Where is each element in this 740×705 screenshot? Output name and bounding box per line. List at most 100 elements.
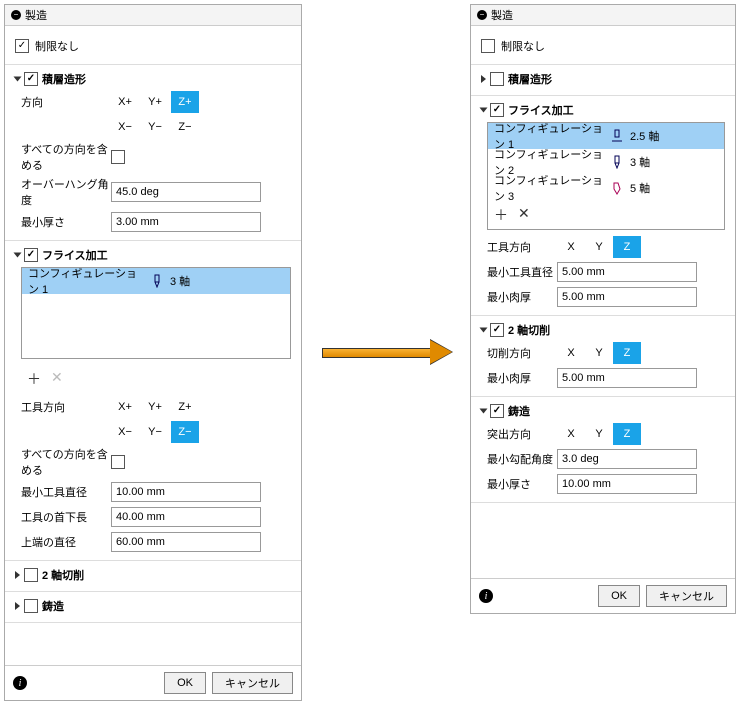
axis-zp-button[interactable]: Z+ bbox=[171, 91, 199, 113]
two-axis-title: 2 軸切削 bbox=[42, 567, 84, 583]
axis-xp-button[interactable]: X+ bbox=[111, 396, 139, 418]
axis-xm-button[interactable]: X− bbox=[111, 421, 139, 443]
min-tool-dia-input[interactable] bbox=[557, 262, 697, 282]
panel-header: 製造 bbox=[471, 5, 735, 26]
casting-title: 鋳造 bbox=[508, 403, 530, 419]
info-icon[interactable]: i bbox=[13, 676, 27, 690]
overhang-label: オーバーハング角度 bbox=[21, 176, 111, 208]
ok-button[interactable]: OK bbox=[598, 585, 640, 607]
additive-checkbox[interactable] bbox=[24, 72, 38, 86]
no-limit-checkbox[interactable] bbox=[481, 39, 495, 53]
min-tool-dia-label: 最小工具直径 bbox=[21, 484, 111, 500]
min-draft-label: 最小勾配角度 bbox=[487, 451, 557, 467]
all-dirs-checkbox[interactable] bbox=[111, 455, 125, 469]
no-limit-label: 制限なし bbox=[35, 38, 79, 54]
milling-section: フライス加工 コンフィギュレーション 1 2.5 軸 コンフィギュレーション 2… bbox=[471, 96, 735, 316]
axis-zm-button[interactable]: Z− bbox=[171, 421, 199, 443]
all-dirs-label: すべての方向を含める bbox=[21, 141, 111, 173]
collapse-icon[interactable] bbox=[11, 10, 21, 20]
mill-5axis-icon bbox=[610, 181, 624, 195]
two-axis-checkbox[interactable] bbox=[490, 323, 504, 337]
axis-x-button[interactable]: X bbox=[557, 342, 585, 364]
expand-icon[interactable] bbox=[480, 409, 488, 414]
axis-xm-button[interactable]: X− bbox=[111, 116, 139, 138]
axis-x-button[interactable]: X bbox=[557, 423, 585, 445]
axis-y-button[interactable]: Y bbox=[585, 423, 613, 445]
config-axis: 2.5 軸 bbox=[630, 128, 659, 144]
top-dia-label: 上端の直径 bbox=[21, 534, 111, 550]
expand-icon[interactable] bbox=[480, 328, 488, 333]
mill-3axis-icon bbox=[150, 274, 164, 288]
casting-title: 鋳造 bbox=[42, 598, 64, 614]
casting-checkbox[interactable] bbox=[490, 404, 504, 418]
axis-zm-button[interactable]: Z− bbox=[171, 116, 199, 138]
axis-xp-button[interactable]: X+ bbox=[111, 91, 139, 113]
two-axis-section: 2 軸切削 切削方向 X Y Z 最小肉厚 bbox=[471, 316, 735, 397]
axis-z-button[interactable]: Z bbox=[613, 342, 641, 364]
add-config-button[interactable]: ＋ bbox=[27, 369, 41, 389]
cut-dir-label: 切削方向 bbox=[487, 345, 557, 361]
expand-icon[interactable] bbox=[14, 253, 22, 258]
no-limit-label: 制限なし bbox=[501, 38, 545, 54]
cancel-button[interactable]: キャンセル bbox=[646, 585, 727, 607]
min-wall-input[interactable] bbox=[557, 287, 697, 307]
axis-x-button[interactable]: X bbox=[557, 236, 585, 258]
config-row-3[interactable]: コンフィギュレーション 3 5 軸 bbox=[488, 175, 724, 201]
add-config-button[interactable]: ＋ bbox=[494, 205, 508, 225]
axis-ym-button[interactable]: Y− bbox=[141, 421, 169, 443]
tool-neck-label: 工具の首下長 bbox=[21, 509, 111, 525]
axis-z-button[interactable]: Z bbox=[613, 236, 641, 258]
two-axis-checkbox[interactable] bbox=[24, 568, 38, 582]
axis-z-button[interactable]: Z bbox=[613, 423, 641, 445]
min-thick-input[interactable] bbox=[557, 474, 697, 494]
config-label: コンフィギュレーション 1 bbox=[28, 265, 144, 297]
panel-title: 製造 bbox=[25, 7, 47, 23]
two-axis-section: 2 軸切削 bbox=[5, 561, 301, 592]
expand-icon[interactable] bbox=[480, 108, 488, 113]
axis-y-button[interactable]: Y bbox=[585, 236, 613, 258]
top-dia-input[interactable] bbox=[111, 532, 261, 552]
remove-config-button[interactable]: ✕ bbox=[518, 205, 530, 225]
casting-checkbox[interactable] bbox=[24, 599, 38, 613]
config-row-1[interactable]: コンフィギュレーション 1 3 軸 bbox=[22, 268, 290, 294]
min-wall-label: 最小肉厚 bbox=[487, 370, 557, 386]
milling-title: フライス加工 bbox=[42, 247, 108, 263]
milling-checkbox[interactable] bbox=[24, 248, 38, 262]
min-tool-dia-label: 最小工具直径 bbox=[487, 264, 557, 280]
cancel-button[interactable]: キャンセル bbox=[212, 672, 293, 694]
overhang-input[interactable] bbox=[111, 182, 261, 202]
tool-dir-label: 工具方向 bbox=[21, 399, 111, 415]
two-axis-title: 2 軸切削 bbox=[508, 322, 550, 338]
all-dirs-checkbox[interactable] bbox=[111, 150, 125, 164]
expand-icon[interactable] bbox=[15, 602, 20, 610]
collapse-icon[interactable] bbox=[477, 10, 487, 20]
panel-header: 製造 bbox=[5, 5, 301, 26]
footer: i OK キャンセル bbox=[471, 578, 735, 613]
milling-checkbox[interactable] bbox=[490, 103, 504, 117]
axis-yp-button[interactable]: Y+ bbox=[141, 91, 169, 113]
axis-yp-button[interactable]: Y+ bbox=[141, 396, 169, 418]
expand-icon[interactable] bbox=[14, 77, 22, 82]
expand-icon[interactable] bbox=[481, 75, 486, 83]
tool-neck-input[interactable] bbox=[111, 507, 261, 527]
min-draft-input[interactable] bbox=[557, 449, 697, 469]
min-thick-label: 最小厚さ bbox=[487, 476, 557, 492]
milling-title: フライス加工 bbox=[508, 102, 574, 118]
mill-25axis-icon bbox=[610, 129, 624, 143]
config-list: コンフィギュレーション 1 2.5 軸 コンフィギュレーション 2 3 軸 コン… bbox=[487, 122, 725, 230]
no-limit-checkbox[interactable] bbox=[15, 39, 29, 53]
axis-ym-button[interactable]: Y− bbox=[141, 116, 169, 138]
min-thick-label: 最小厚さ bbox=[21, 214, 111, 230]
remove-config-button: ✕ bbox=[51, 369, 63, 389]
footer: i OK キャンセル bbox=[5, 665, 301, 700]
additive-checkbox[interactable] bbox=[490, 72, 504, 86]
info-icon[interactable]: i bbox=[479, 589, 493, 603]
ok-button[interactable]: OK bbox=[164, 672, 206, 694]
left-panel: 製造 制限なし 積層造形 方向 X+ Y+ Z+ bbox=[4, 4, 302, 701]
expand-icon[interactable] bbox=[15, 571, 20, 579]
min-tool-dia-input[interactable] bbox=[111, 482, 261, 502]
axis-zp-button[interactable]: Z+ bbox=[171, 396, 199, 418]
min-wall-input[interactable] bbox=[557, 368, 697, 388]
min-thick-input[interactable] bbox=[111, 212, 261, 232]
axis-y-button[interactable]: Y bbox=[585, 342, 613, 364]
